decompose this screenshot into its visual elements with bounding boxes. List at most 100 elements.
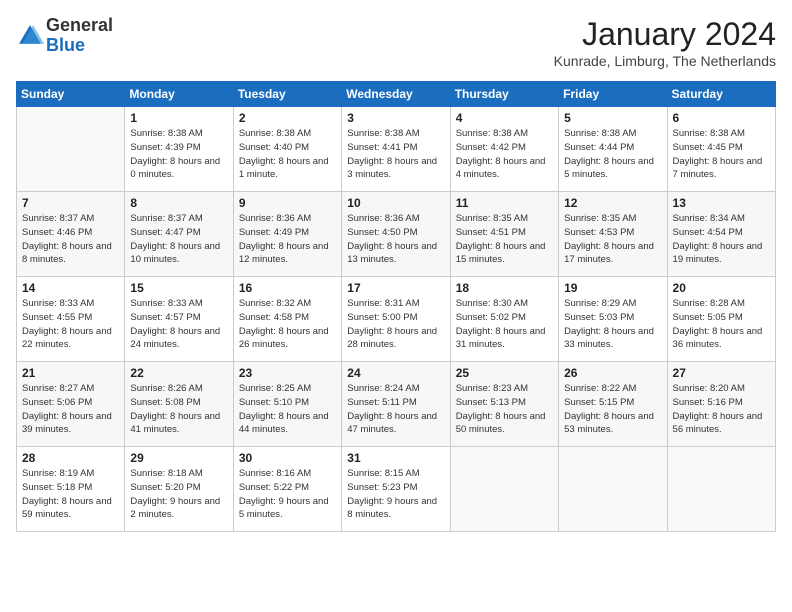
header-row: SundayMondayTuesdayWednesdayThursdayFrid…: [17, 82, 776, 107]
day-cell: 9 Sunrise: 8:36 AMSunset: 4:49 PMDaylight…: [233, 192, 341, 277]
day-info: Sunrise: 8:20 AMSunset: 5:16 PMDaylight:…: [673, 382, 770, 437]
day-cell: 12Sunrise: 8:35 AMSunset: 4:53 PMDayligh…: [559, 192, 667, 277]
day-number: 11: [456, 196, 553, 210]
day-cell: 30 Sunrise: 8:16 AMSunset: 5:22 PMDayligh…: [233, 447, 341, 532]
day-cell: 16 Sunrise: 8:32 AMSunset: 4:58 PMDayligh…: [233, 277, 341, 362]
day-number: 24: [347, 366, 444, 380]
day-info: Sunrise: 8:38 AMSunset: 4:40 PMDaylight:…: [239, 127, 336, 182]
day-cell: 20 Sunrise: 8:28 AMSunset: 5:05 PMDayligh…: [667, 277, 775, 362]
day-cell: 14 Sunrise: 8:33 AMSunset: 4:55 PMDayligh…: [17, 277, 125, 362]
day-info: Sunrise: 8:31 AMSunset: 5:00 PMDaylight:…: [347, 297, 444, 352]
day-number: 19: [564, 281, 661, 295]
day-info: Sunrise: 8:35 AMSunset: 4:51 PMDaylight:…: [456, 212, 553, 267]
logo-text: General Blue: [46, 16, 113, 56]
day-cell: 2 Sunrise: 8:38 AMSunset: 4:40 PMDaylight…: [233, 107, 341, 192]
day-cell: [667, 447, 775, 532]
logo: General Blue: [16, 16, 113, 56]
day-number: 28: [22, 451, 119, 465]
day-info: Sunrise: 8:33 AMSunset: 4:55 PMDaylight:…: [22, 297, 119, 352]
day-number: 20: [673, 281, 770, 295]
day-number: 4: [456, 111, 553, 125]
day-info: Sunrise: 8:38 AMSunset: 4:44 PMDaylight:…: [564, 127, 661, 182]
week-row-4: 21Sunrise: 8:27 AMSunset: 5:06 PMDayligh…: [17, 362, 776, 447]
day-number: 3: [347, 111, 444, 125]
day-info: Sunrise: 8:38 AMSunset: 4:39 PMDaylight:…: [130, 127, 227, 182]
day-cell: 27 Sunrise: 8:20 AMSunset: 5:16 PMDayligh…: [667, 362, 775, 447]
day-number: 7: [22, 196, 119, 210]
month-title: January 2024: [554, 16, 776, 53]
col-header-tuesday: Tuesday: [233, 82, 341, 107]
day-number: 1: [130, 111, 227, 125]
title-block: January 2024 Kunrade, Limburg, The Nethe…: [554, 16, 776, 69]
week-row-5: 28 Sunrise: 8:19 AMSunset: 5:18 PMDayligh…: [17, 447, 776, 532]
day-info: Sunrise: 8:18 AMSunset: 5:20 PMDaylight:…: [130, 467, 227, 522]
day-info: Sunrise: 8:25 AMSunset: 5:10 PMDaylight:…: [239, 382, 336, 437]
day-cell: 1 Sunrise: 8:38 AMSunset: 4:39 PMDaylight…: [125, 107, 233, 192]
day-info: Sunrise: 8:30 AMSunset: 5:02 PMDaylight:…: [456, 297, 553, 352]
day-info: Sunrise: 8:34 AMSunset: 4:54 PMDaylight:…: [673, 212, 770, 267]
day-number: 6: [673, 111, 770, 125]
day-number: 10: [347, 196, 444, 210]
day-cell: 15Sunrise: 8:33 AMSunset: 4:57 PMDayligh…: [125, 277, 233, 362]
day-cell: 26 Sunrise: 8:22 AMSunset: 5:15 PMDayligh…: [559, 362, 667, 447]
day-number: 27: [673, 366, 770, 380]
day-number: 2: [239, 111, 336, 125]
day-number: 31: [347, 451, 444, 465]
day-info: Sunrise: 8:19 AMSunset: 5:18 PMDaylight:…: [22, 467, 119, 522]
day-number: 5: [564, 111, 661, 125]
day-cell: 23 Sunrise: 8:25 AMSunset: 5:10 PMDayligh…: [233, 362, 341, 447]
day-number: 23: [239, 366, 336, 380]
day-cell: 3 Sunrise: 8:38 AMSunset: 4:41 PMDaylight…: [342, 107, 450, 192]
day-info: Sunrise: 8:15 AMSunset: 5:23 PMDaylight:…: [347, 467, 444, 522]
day-info: Sunrise: 8:37 AMSunset: 4:47 PMDaylight:…: [130, 212, 227, 267]
day-info: Sunrise: 8:33 AMSunset: 4:57 PMDaylight:…: [130, 297, 227, 352]
day-info: Sunrise: 8:38 AMSunset: 4:45 PMDaylight:…: [673, 127, 770, 182]
page-header: General Blue January 2024 Kunrade, Limbu…: [16, 16, 776, 69]
day-info: Sunrise: 8:16 AMSunset: 5:22 PMDaylight:…: [239, 467, 336, 522]
day-number: 25: [456, 366, 553, 380]
col-header-saturday: Saturday: [667, 82, 775, 107]
day-cell: [559, 447, 667, 532]
week-row-2: 7Sunrise: 8:37 AMSunset: 4:46 PMDaylight…: [17, 192, 776, 277]
day-number: 13: [673, 196, 770, 210]
day-info: Sunrise: 8:38 AMSunset: 4:41 PMDaylight:…: [347, 127, 444, 182]
day-info: Sunrise: 8:29 AMSunset: 5:03 PMDaylight:…: [564, 297, 661, 352]
week-row-1: 1 Sunrise: 8:38 AMSunset: 4:39 PMDaylight…: [17, 107, 776, 192]
day-info: Sunrise: 8:23 AMSunset: 5:13 PMDaylight:…: [456, 382, 553, 437]
day-cell: 24 Sunrise: 8:24 AMSunset: 5:11 PMDayligh…: [342, 362, 450, 447]
day-cell: 21Sunrise: 8:27 AMSunset: 5:06 PMDayligh…: [17, 362, 125, 447]
day-number: 14: [22, 281, 119, 295]
day-number: 26: [564, 366, 661, 380]
day-info: Sunrise: 8:26 AMSunset: 5:08 PMDaylight:…: [130, 382, 227, 437]
day-info: Sunrise: 8:36 AMSunset: 4:49 PMDaylight:…: [239, 212, 336, 267]
day-cell: 31 Sunrise: 8:15 AMSunset: 5:23 PMDayligh…: [342, 447, 450, 532]
day-info: Sunrise: 8:38 AMSunset: 4:42 PMDaylight:…: [456, 127, 553, 182]
week-row-3: 14 Sunrise: 8:33 AMSunset: 4:55 PMDayligh…: [17, 277, 776, 362]
day-cell: 25 Sunrise: 8:23 AMSunset: 5:13 PMDayligh…: [450, 362, 558, 447]
day-cell: 11 Sunrise: 8:35 AMSunset: 4:51 PMDayligh…: [450, 192, 558, 277]
day-cell: [17, 107, 125, 192]
day-cell: 28 Sunrise: 8:19 AMSunset: 5:18 PMDayligh…: [17, 447, 125, 532]
day-number: 30: [239, 451, 336, 465]
day-cell: 19 Sunrise: 8:29 AMSunset: 5:03 PMDayligh…: [559, 277, 667, 362]
day-number: 12: [564, 196, 661, 210]
day-number: 22: [130, 366, 227, 380]
day-info: Sunrise: 8:36 AMSunset: 4:50 PMDaylight:…: [347, 212, 444, 267]
day-cell: 10 Sunrise: 8:36 AMSunset: 4:50 PMDayligh…: [342, 192, 450, 277]
col-header-wednesday: Wednesday: [342, 82, 450, 107]
day-info: Sunrise: 8:32 AMSunset: 4:58 PMDaylight:…: [239, 297, 336, 352]
day-info: Sunrise: 8:24 AMSunset: 5:11 PMDaylight:…: [347, 382, 444, 437]
day-info: Sunrise: 8:28 AMSunset: 5:05 PMDaylight:…: [673, 297, 770, 352]
day-number: 21: [22, 366, 119, 380]
day-cell: 7Sunrise: 8:37 AMSunset: 4:46 PMDaylight…: [17, 192, 125, 277]
day-cell: 22 Sunrise: 8:26 AMSunset: 5:08 PMDayligh…: [125, 362, 233, 447]
day-cell: 17 Sunrise: 8:31 AMSunset: 5:00 PMDayligh…: [342, 277, 450, 362]
day-number: 16: [239, 281, 336, 295]
day-number: 9: [239, 196, 336, 210]
day-cell: 5 Sunrise: 8:38 AMSunset: 4:44 PMDaylight…: [559, 107, 667, 192]
day-cell: 18Sunrise: 8:30 AMSunset: 5:02 PMDayligh…: [450, 277, 558, 362]
day-number: 17: [347, 281, 444, 295]
day-info: Sunrise: 8:22 AMSunset: 5:15 PMDaylight:…: [564, 382, 661, 437]
day-cell: 13 Sunrise: 8:34 AMSunset: 4:54 PMDayligh…: [667, 192, 775, 277]
location: Kunrade, Limburg, The Netherlands: [554, 53, 776, 69]
